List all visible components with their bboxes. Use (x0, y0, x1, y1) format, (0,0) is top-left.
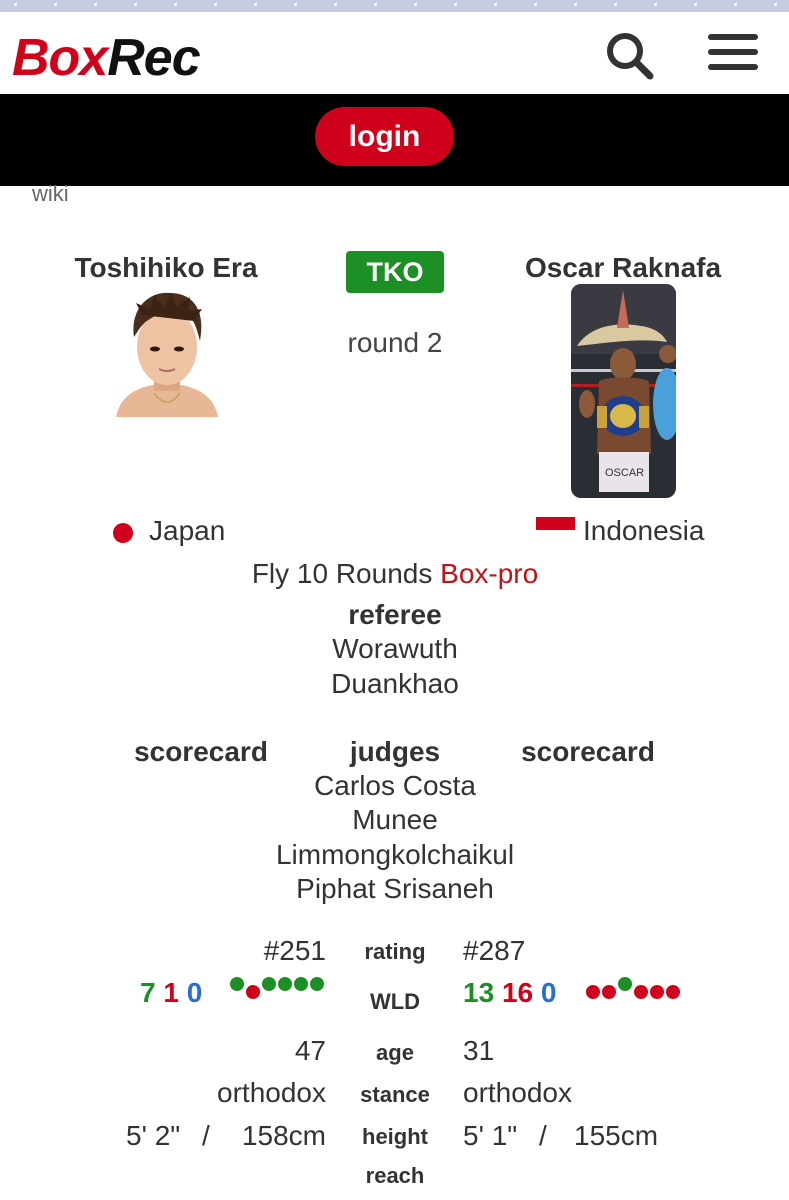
boxer-b-wins: 13 (463, 977, 495, 1008)
boxer-b-last-results (586, 977, 686, 1003)
boxer-a-height-separator: / (202, 1120, 210, 1151)
boxer-b-rating: #287 (463, 935, 526, 966)
boxer-a-country: Japan (149, 515, 226, 546)
login-bar: login (0, 94, 789, 186)
judge-name[interactable]: Piphat Srisaneh (296, 872, 494, 906)
menu-bar-1 (708, 34, 758, 40)
boxer-a-wins: 7 (140, 977, 156, 1008)
boxer-b-age: 31 (463, 1035, 495, 1066)
scorecard-right-label: scorecard (521, 736, 655, 767)
boxer-b-name[interactable]: Oscar Raknafa (525, 251, 721, 285)
login-button[interactable]: login (315, 107, 454, 166)
age-label: age (376, 1040, 414, 1065)
boxrec-logo[interactable]: BoxRec (12, 28, 201, 88)
boxer-a-name[interactable]: Toshihiko Era (74, 251, 257, 285)
win-dot-icon[interactable] (310, 977, 324, 991)
win-dot-icon[interactable] (278, 977, 292, 991)
boxer-a-losses: 1 (163, 977, 179, 1008)
referee-name-line1[interactable]: Worawuth (332, 632, 458, 666)
site-header: BoxRec (0, 12, 789, 94)
win-dot-icon[interactable] (262, 977, 276, 991)
judges-label: judges (349, 736, 441, 767)
loss-dot-icon[interactable] (666, 985, 680, 999)
judge-name[interactable]: Munee (352, 803, 438, 837)
svg-text:OSCAR: OSCAR (605, 467, 644, 479)
round-text: round 2 (347, 327, 443, 358)
bout-division: Fly 10 Rounds Box-pro (252, 557, 538, 591)
judge-name[interactable]: Limmongkolchaikul (276, 838, 514, 872)
rating-label: rating (364, 939, 426, 964)
referee-label: referee (348, 599, 442, 630)
menu-bar-3 (708, 64, 758, 70)
boxer-a-draws: 0 (186, 977, 203, 1008)
scorecard-left-label: scorecard (134, 736, 268, 767)
logo-rec-text: Rec (107, 29, 200, 87)
boxer-a-last-results (230, 977, 330, 1003)
win-dot-icon[interactable] (618, 977, 632, 991)
boxer-a-record: 7 1 0 (140, 976, 202, 1010)
search-icon[interactable] (602, 28, 658, 84)
result-badge: TKO (346, 251, 444, 293)
boxer-b-losses: 16 (501, 977, 534, 1008)
win-dot-icon[interactable] (230, 977, 244, 991)
loss-dot-icon[interactable] (650, 985, 664, 999)
boxer-a-height-imperial: 5' 2" (126, 1120, 181, 1151)
boxer-a-stance: orthodox (217, 1077, 326, 1108)
loss-dot-icon[interactable] (246, 985, 260, 999)
boxer-b-height-separator: / (539, 1120, 547, 1151)
stance-label: stance (360, 1082, 430, 1107)
boxer-b-height-metric: 155cm (574, 1120, 659, 1151)
logo-box-text: Box (12, 29, 108, 87)
boxer-a-height-metric: 158cm (241, 1120, 326, 1151)
indonesia-flag-icon (536, 517, 575, 543)
boxer-b-country: Indonesia (583, 515, 705, 546)
hamburger-menu-icon[interactable] (708, 34, 758, 78)
boxer-a-photo[interactable] (112, 285, 222, 417)
menu-bar-2 (708, 49, 758, 55)
loss-dot-icon[interactable] (602, 985, 616, 999)
loss-dot-icon[interactable] (586, 985, 600, 999)
boxer-b-photo[interactable]: OSCAR (571, 284, 676, 498)
wiki-link[interactable]: wiki (32, 180, 69, 208)
loss-dot-icon[interactable] (634, 985, 648, 999)
boxer-b-draws: 0 (540, 977, 557, 1008)
japan-flag-icon (113, 523, 133, 543)
boxer-b-height-imperial: 5' 1" (463, 1120, 518, 1151)
wld-label: WLD (369, 989, 421, 1014)
height-label: height (362, 1124, 428, 1149)
sanction-link[interactable]: Box-pro (440, 558, 538, 589)
boxer-b-record: 13 16 0 (463, 976, 556, 1010)
boxer-a-age: 47 (294, 1035, 326, 1066)
top-decorative-strip (0, 0, 789, 12)
win-dot-icon[interactable] (294, 977, 308, 991)
division-text: Fly 10 Rounds (251, 558, 433, 589)
judge-name[interactable]: Carlos Costa (314, 769, 476, 803)
boxer-a-rating: #251 (263, 935, 326, 966)
reach-label: reach (365, 1163, 425, 1188)
boxer-b-stance: orthodox (463, 1077, 572, 1108)
referee-name-line2[interactable]: Duankhao (331, 667, 459, 701)
